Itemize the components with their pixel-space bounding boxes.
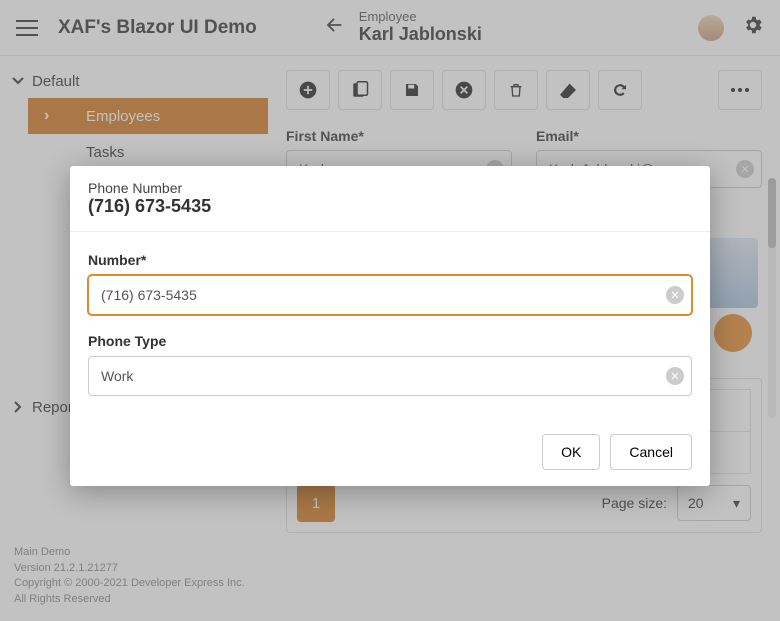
cancel-dialog-button[interactable]: Cancel (610, 434, 692, 470)
ok-button[interactable]: OK (542, 434, 600, 470)
phone-dialog: Phone Number (716) 673-5435 Number* ✕ Ph… (70, 166, 710, 486)
number-input[interactable] (88, 275, 692, 315)
dialog-title: (716) 673-5435 (88, 196, 692, 217)
number-label: Number* (88, 252, 692, 268)
clear-icon[interactable]: ✕ (666, 367, 684, 385)
phone-type-label: Phone Type (88, 333, 692, 349)
dialog-subtitle: Phone Number (88, 180, 692, 196)
phone-type-input[interactable] (88, 356, 692, 396)
clear-icon[interactable]: ✕ (666, 286, 684, 304)
modal-overlay[interactable]: Phone Number (716) 673-5435 Number* ✕ Ph… (0, 0, 780, 621)
